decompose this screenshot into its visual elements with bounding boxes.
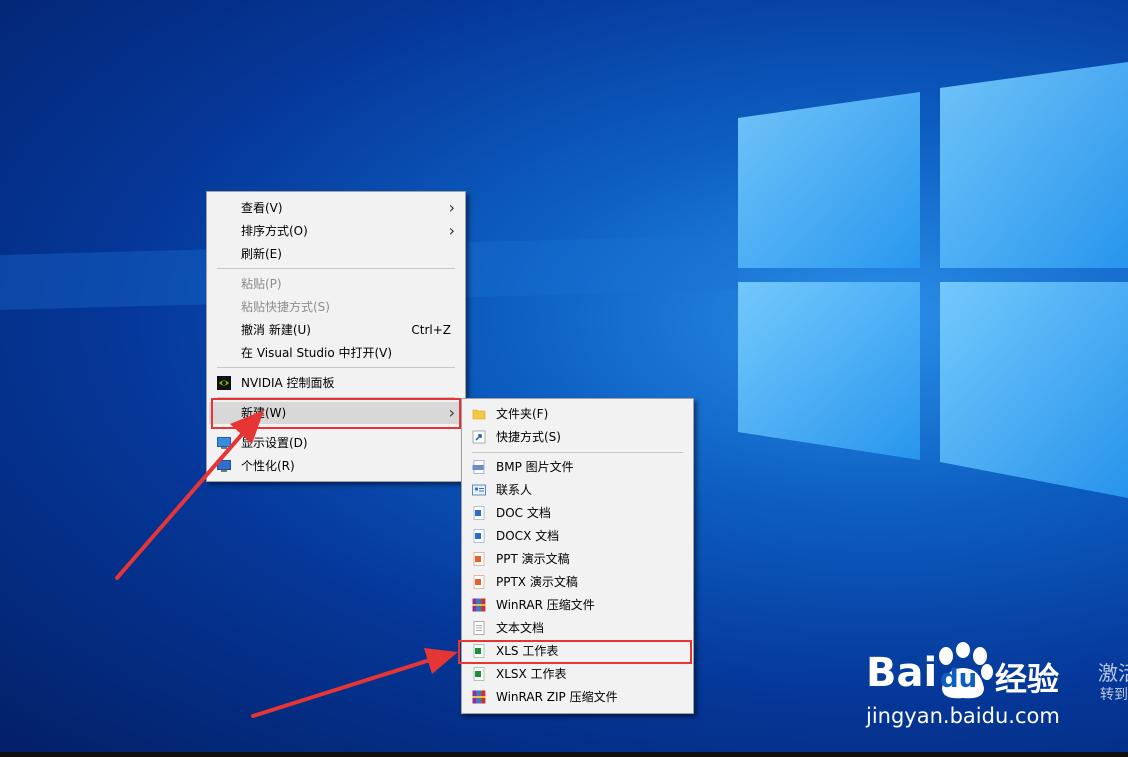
menu-item-sort-by[interactable]: 排序方式(O) › xyxy=(209,220,463,242)
watermark-brand-cn: 经验 xyxy=(995,660,1060,698)
menu-item-view[interactable]: 查看(V) › xyxy=(209,197,463,219)
menu-item-label: PPTX 演示文稿 xyxy=(496,575,578,589)
shortcut-icon xyxy=(472,430,486,444)
menu-item-label: WinRAR ZIP 压缩文件 xyxy=(496,690,618,704)
menu-separator xyxy=(472,452,683,453)
taskbar[interactable] xyxy=(0,752,1128,757)
docx-icon xyxy=(473,529,485,543)
activation-notice-line-1: 激活 xyxy=(1098,661,1128,685)
menu-item-label: 粘贴(P) xyxy=(241,277,282,291)
menu-item-paste: 粘贴(P) xyxy=(209,273,463,295)
winrar-zip-icon xyxy=(472,690,486,704)
bmp-icon xyxy=(472,460,485,474)
watermark-brand-bai: Bai xyxy=(866,650,938,696)
contact-icon xyxy=(472,484,486,496)
submenu-item-doc[interactable]: DOC 文档 xyxy=(464,502,691,524)
menu-separator xyxy=(217,367,455,368)
submenu-item-winrar-zip[interactable]: WinRAR ZIP 压缩文件 xyxy=(464,686,691,708)
menu-item-label: DOCX 文档 xyxy=(496,529,560,543)
menu-item-label: BMP 图片文件 xyxy=(496,460,574,474)
highlight-box-new xyxy=(211,398,461,429)
menu-item-personalize[interactable]: 个性化(R) xyxy=(209,455,463,477)
menu-item-label: 文本文档 xyxy=(496,621,545,635)
menu-item-label: NVIDIA 控制面板 xyxy=(241,376,335,390)
watermark-url: jingyan.baidu.com xyxy=(866,704,1060,728)
menu-item-refresh[interactable]: 刷新(E) xyxy=(209,243,463,265)
menu-item-label: XLSX 工作表 xyxy=(496,667,567,681)
menu-separator xyxy=(217,268,455,269)
submenu-item-docx[interactable]: DOCX 文档 xyxy=(464,525,691,547)
menu-item-label: 快捷方式(S) xyxy=(496,430,561,444)
menu-item-display-settings[interactable]: 显示设置(D) xyxy=(209,432,463,454)
menu-item-label: PPT 演示文稿 xyxy=(496,552,570,566)
menu-item-label: WinRAR 压缩文件 xyxy=(496,598,595,612)
doc-icon xyxy=(473,506,485,520)
menu-item-label: 个性化(R) xyxy=(241,459,295,473)
submenu-item-pptx[interactable]: PPTX 演示文稿 xyxy=(464,571,691,593)
menu-item-paste-shortcut: 粘贴快捷方式(S) xyxy=(209,296,463,318)
submenu-item-shortcut[interactable]: 快捷方式(S) xyxy=(464,426,691,448)
menu-item-label: 粘贴快捷方式(S) xyxy=(241,300,330,314)
menu-item-open-in-visual-studio[interactable]: 在 Visual Studio 中打开(V) xyxy=(209,342,463,364)
new-submenu: 文件夹(F) 快捷方式(S) BMP 图片文件 联系人 DOC 文档 DOCX … xyxy=(461,398,694,714)
xlsx-icon xyxy=(473,667,485,681)
pptx-icon xyxy=(473,575,485,589)
menu-item-label: 显示设置(D) xyxy=(241,436,308,450)
submenu-item-text-document[interactable]: 文本文档 xyxy=(464,617,691,639)
chevron-right-icon: › xyxy=(448,221,455,240)
submenu-item-ppt[interactable]: PPT 演示文稿 xyxy=(464,548,691,570)
menu-item-label: 在 Visual Studio 中打开(V) xyxy=(241,346,393,360)
menu-item-label: 排序方式(O) xyxy=(241,224,308,238)
submenu-item-winrar[interactable]: WinRAR 压缩文件 xyxy=(464,594,691,616)
menu-item-label: 联系人 xyxy=(496,483,533,497)
folder-icon xyxy=(472,409,486,420)
submenu-item-xlsx[interactable]: XLSX 工作表 xyxy=(464,663,691,685)
winrar-icon xyxy=(472,598,486,612)
ppt-icon xyxy=(473,552,485,566)
submenu-item-contact[interactable]: 联系人 xyxy=(464,479,691,501)
menu-item-label: 撤消 新建(U) xyxy=(241,323,311,337)
submenu-item-folder[interactable]: 文件夹(F) xyxy=(464,403,691,425)
menu-item-nvidia-control-panel[interactable]: NVIDIA 控制面板 xyxy=(209,372,463,394)
personalize-icon xyxy=(217,460,231,472)
menu-item-label: 查看(V) xyxy=(241,201,283,215)
chevron-right-icon: › xyxy=(448,198,455,217)
activation-notice-line-2: 转到 xyxy=(1100,687,1128,703)
desktop-context-menu: 查看(V) › 排序方式(O) › 刷新(E) 粘贴(P) 粘贴快捷方式(S) … xyxy=(206,191,466,482)
watermark-brand-du: du xyxy=(940,664,978,694)
menu-item-undo-new[interactable]: 撤消 新建(U) Ctrl+Z xyxy=(209,319,463,341)
text-document-icon xyxy=(473,621,485,635)
menu-item-label: DOC 文档 xyxy=(496,506,551,520)
highlight-box-xls xyxy=(458,640,692,664)
nvidia-icon xyxy=(217,376,231,390)
shortcut-label: Ctrl+Z xyxy=(411,323,451,337)
display-icon xyxy=(217,437,231,449)
submenu-item-bmp[interactable]: BMP 图片文件 xyxy=(464,456,691,478)
menu-item-label: 刷新(E) xyxy=(241,247,282,261)
menu-item-label: 文件夹(F) xyxy=(496,407,549,421)
